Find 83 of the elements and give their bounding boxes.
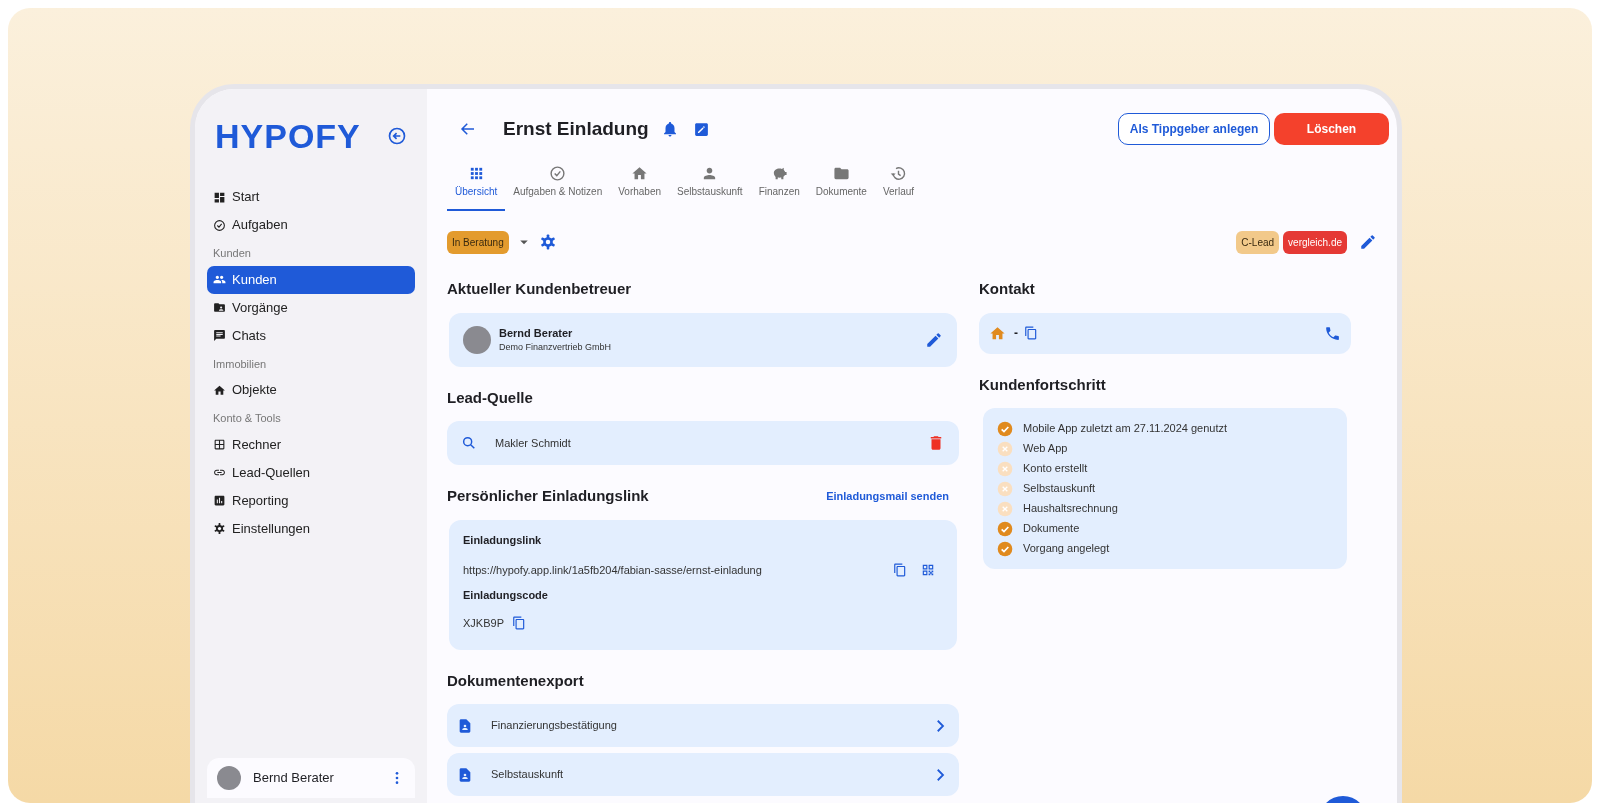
nav-item[interactable]: Vorgänge (207, 293, 415, 322)
bar-chart-icon (213, 494, 226, 507)
search-icon (461, 435, 477, 451)
tab[interactable]: Vorhaben (610, 161, 670, 211)
user-card[interactable]: Bernd Berater (207, 758, 415, 798)
progress-item: Konto erstellt (1023, 461, 1088, 477)
field-label: Einladungslink (463, 532, 543, 548)
nav-item[interactable]: Lead-Quellen (207, 458, 415, 487)
avatar (217, 766, 241, 790)
nav-item[interactable]: Rechner (207, 430, 415, 459)
document-icon (457, 766, 473, 783)
people-icon (213, 273, 226, 286)
delete-button[interactable]: Löschen (1274, 113, 1389, 145)
progress-item: Vorgang angelegt (1023, 541, 1110, 557)
lead-source-field[interactable]: Makler Schmidt (447, 421, 959, 465)
section-heading: Lead-Quelle (447, 387, 534, 408)
field-label: Einladungscode (463, 587, 549, 603)
nav-item[interactable]: Chats (207, 321, 415, 350)
advisor-company: Demo Finanzvertrieb GmbH (499, 341, 613, 354)
edit-icon[interactable] (925, 330, 943, 349)
check-circle-icon (213, 218, 226, 232)
section-heading: Aktueller Kundenbetreuer (447, 279, 633, 299)
collapse-sidebar-icon[interactable] (387, 126, 407, 146)
back-arrow-icon[interactable] (459, 120, 477, 138)
nav-section-label: Konto & Tools (212, 411, 282, 426)
section-heading: Dokumentenexport (447, 670, 585, 691)
dashboard-icon (213, 190, 226, 204)
export-row[interactable]: Finanzierungsbestätigung (447, 704, 959, 747)
folder-icon (213, 301, 226, 314)
export-row[interactable]: Selbstauskunft (447, 753, 959, 796)
tab[interactable]: Finanzen (750, 161, 808, 211)
logo: HYPOFY (215, 119, 361, 153)
home-icon (989, 324, 1006, 342)
advisor-name: Bernd Berater (499, 325, 574, 341)
calculator-icon (213, 438, 226, 451)
nav-section-label: Immobilien (212, 356, 268, 372)
tab[interactable]: Übersicht (447, 161, 506, 211)
progress-item: Haushaltsrechnung (1023, 501, 1118, 517)
copy-icon[interactable] (511, 616, 526, 631)
edit-note-icon[interactable] (692, 120, 710, 138)
section-heading: Persönlicher Einladungslink (447, 486, 649, 506)
tag: C-Lead (1236, 230, 1280, 254)
nav-item[interactable]: Aufgaben (207, 211, 415, 239)
user-name: Bernd Berater (253, 769, 335, 788)
phone-icon[interactable] (1324, 324, 1341, 342)
document-icon (457, 717, 473, 734)
section-heading: Kontakt (979, 279, 1036, 299)
lead-source-value: Makler Schmidt (495, 435, 572, 451)
settings-icon[interactable] (538, 233, 557, 251)
home-icon (631, 165, 649, 182)
progress-item: Dokumente (1023, 521, 1080, 537)
avatar (463, 325, 491, 354)
qr-code-icon[interactable] (921, 563, 935, 578)
tag: vergleich.de (1283, 230, 1347, 254)
progress-item: Selbstauskunft (1023, 481, 1096, 497)
tab[interactable]: Verlauf (874, 161, 923, 211)
settings-icon (213, 522, 226, 535)
check-circle-icon (549, 165, 567, 182)
tipster-button[interactable]: Als Tippgeber anlegen (1118, 113, 1270, 145)
copy-icon[interactable] (893, 563, 907, 578)
home-icon (213, 383, 226, 397)
contact-value: - (1014, 325, 1018, 342)
nav-item[interactable]: Kunden (207, 265, 415, 294)
tab[interactable]: Selbstauskunft (669, 161, 751, 211)
status-badge[interactable]: In Beratung (447, 230, 509, 254)
progress-item: Web App (1023, 441, 1068, 457)
nav-item[interactable]: Reporting (207, 486, 415, 515)
send-invitation-link[interactable]: Einladungsmail senden (826, 488, 949, 505)
history-icon (890, 165, 907, 182)
folder-icon (832, 165, 850, 182)
invitation-code: XJKB9P (463, 616, 504, 631)
tab[interactable]: Aufgaben & Notizen (505, 161, 611, 211)
progress-item: Mobile App zuletzt am 27.11.2024 genutzt (1023, 421, 1228, 437)
nav-item[interactable]: Objekte (207, 376, 415, 404)
copy-icon[interactable] (1024, 326, 1038, 340)
nav-item[interactable]: Start (207, 183, 415, 211)
section-heading: Kundenfortschritt (979, 374, 1107, 395)
nav-section-label: Kunden (212, 246, 252, 261)
chat-icon (213, 329, 226, 342)
nav-item[interactable]: Einstellungen (207, 514, 415, 543)
page-title: Ernst Einladung (503, 116, 649, 141)
tab[interactable]: Dokumente (807, 161, 875, 211)
edit-icon[interactable] (1359, 233, 1377, 251)
